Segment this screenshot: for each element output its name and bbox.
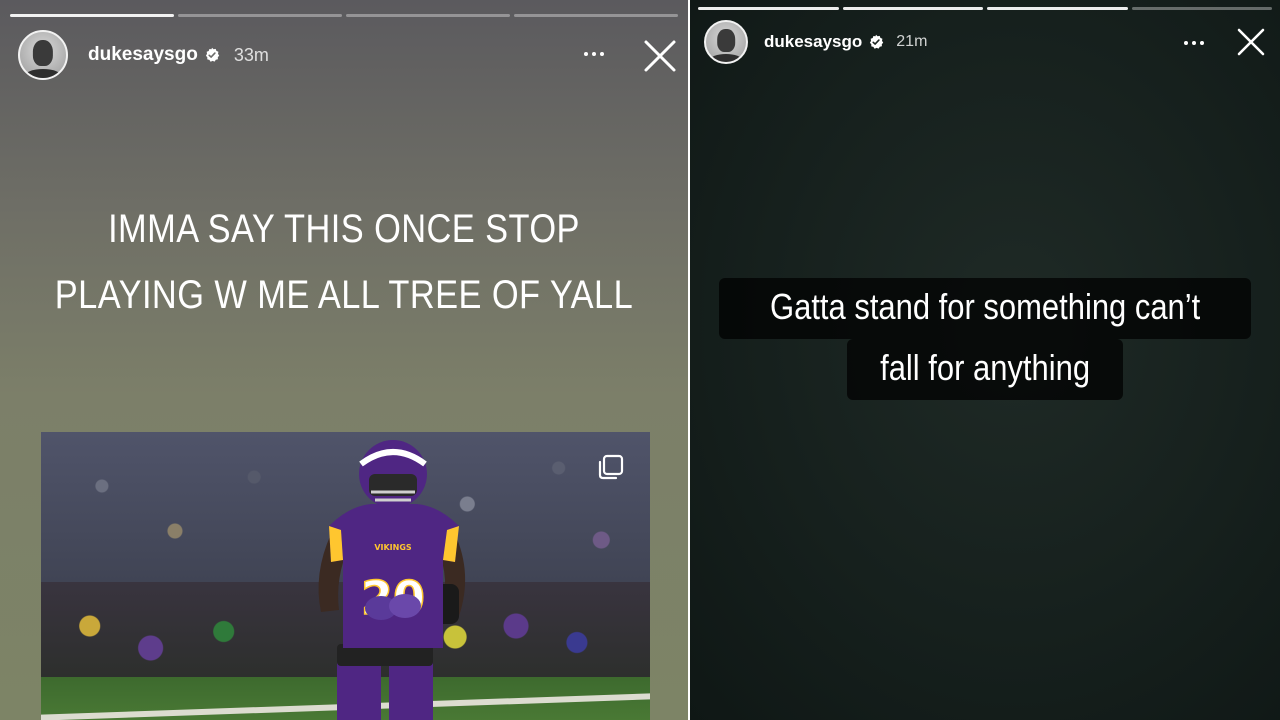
story-headline: IMMA SAY THIS ONCE STOP PLAYING W ME ALL… [48, 196, 640, 328]
progress-segment [698, 7, 839, 10]
close-x-icon[interactable] [1236, 27, 1266, 57]
progress-segment [987, 7, 1128, 10]
post-time: 21m [896, 33, 928, 50]
username[interactable]: dukesaysgo [764, 32, 862, 52]
caption-line: fall for anything [846, 339, 1124, 400]
avatar[interactable] [18, 30, 68, 80]
progress-segment [1131, 7, 1272, 10]
progress-segment [10, 14, 174, 17]
close-x-icon[interactable] [642, 38, 678, 74]
story-caption: Gatta stand for something can’t fall for… [690, 278, 1280, 400]
headline-line: PLAYING W ME ALL TREE OF YALL [54, 273, 634, 317]
verified-badge-icon [870, 34, 884, 49]
caption-line: Gatta stand for something can’t [718, 278, 1252, 339]
username[interactable]: dukesaysgo [88, 44, 198, 66]
more-horizontal-icon [1184, 41, 1188, 45]
progress-segment [346, 14, 510, 17]
story-panel-left[interactable]: dukesaysgo 33m IMMA SAY THIS ONCE STOP P… [0, 0, 688, 720]
post-time: 33m [233, 44, 269, 65]
story-header: dukesaysgo 21m [704, 20, 927, 64]
progress-segment [178, 14, 342, 17]
verified-badge-icon [205, 47, 220, 62]
shared-post-image[interactable]: 20 VIKINGS [41, 432, 650, 720]
more-options-button[interactable] [584, 52, 604, 56]
story-header: dukesaysgo 33m [18, 30, 269, 80]
story-progress-bar [10, 14, 678, 17]
more-horizontal-icon [584, 52, 588, 56]
story-viewer: dukesaysgo 33m IMMA SAY THIS ONCE STOP P… [0, 0, 1280, 720]
story-panel-right[interactable]: dukesaysgo 21m Gatta stand for something… [690, 0, 1280, 720]
progress-segment [842, 7, 983, 10]
headline-line: IMMA SAY THIS ONCE STOP [108, 207, 580, 251]
story-progress-bar [698, 7, 1272, 10]
team-wordmark: VIKINGS [374, 543, 412, 552]
avatar[interactable] [704, 20, 748, 64]
more-options-button[interactable] [1184, 41, 1204, 45]
football-player: 20 VIKINGS [318, 440, 466, 720]
progress-segment [514, 14, 678, 17]
multi-photo-icon [598, 454, 624, 480]
